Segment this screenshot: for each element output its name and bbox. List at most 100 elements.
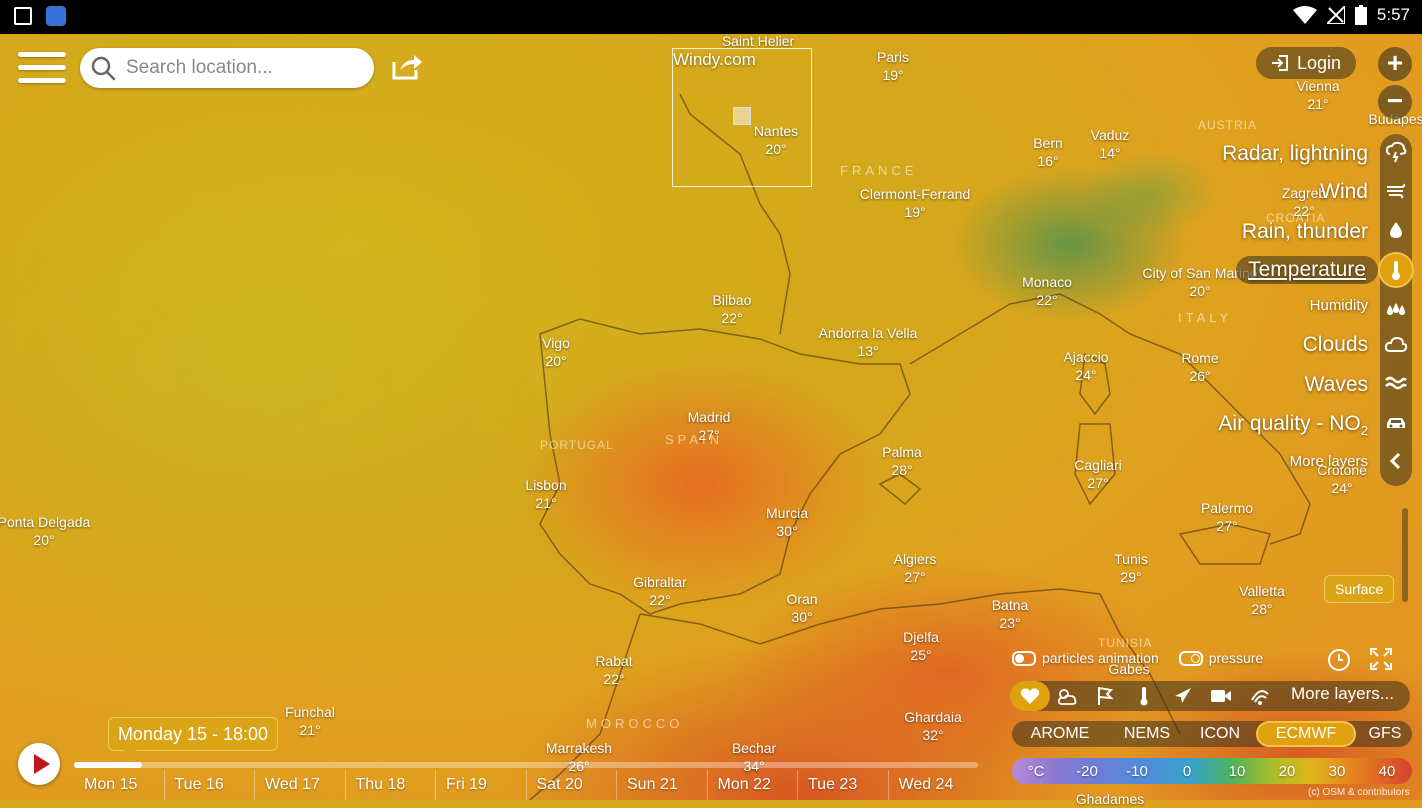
- layer-waves[interactable]: Waves: [1305, 373, 1368, 397]
- day-item[interactable]: Fri 19: [435, 770, 526, 800]
- clock-icon[interactable]: [1328, 649, 1350, 671]
- waves-icon[interactable]: [1380, 367, 1412, 399]
- day-item[interactable]: Wed 17: [254, 770, 345, 800]
- legend-value: -20: [1076, 763, 1098, 780]
- legend-value: -10: [1126, 763, 1148, 780]
- model-gfs[interactable]: GFS: [1362, 721, 1408, 747]
- model-arome[interactable]: AROME: [1020, 721, 1100, 747]
- model-ecmwf[interactable]: ECMWF: [1256, 721, 1356, 747]
- city-label[interactable]: Vienna 21°: [1296, 77, 1339, 113]
- day-item[interactable]: Mon 15: [74, 770, 164, 800]
- search-input[interactable]: [124, 56, 368, 80]
- city-label[interactable]: Gibraltar 22°: [633, 573, 687, 609]
- layer-wind[interactable]: Wind: [1320, 180, 1368, 204]
- city-label[interactable]: Vaduz 14°: [1091, 126, 1130, 162]
- layer-more[interactable]: More layers: [1290, 453, 1368, 470]
- model-nems[interactable]: NEMS: [1112, 721, 1182, 747]
- city-label[interactable]: Rabat 22°: [595, 652, 632, 688]
- pressure-toggle[interactable]: pressure: [1178, 650, 1263, 666]
- city-label[interactable]: Oran 30°: [786, 590, 817, 626]
- radar-icon[interactable]: [1380, 136, 1412, 168]
- city-label[interactable]: Cagliari 27°: [1074, 456, 1121, 492]
- city-label[interactable]: Funchal 21°: [285, 703, 335, 739]
- country-label: TUNISIA: [1098, 636, 1153, 650]
- city-label[interactable]: Vigo 20°: [542, 334, 570, 370]
- layer-rain[interactable]: Rain, thunder: [1242, 220, 1368, 244]
- wind-icon[interactable]: [1380, 174, 1412, 206]
- city-label[interactable]: Murcia 30°: [766, 504, 808, 540]
- country-label: AUSTRIA: [1198, 118, 1258, 132]
- fullscreen-icon[interactable]: [1370, 648, 1392, 670]
- surface-button[interactable]: Surface: [1324, 575, 1395, 603]
- city-label[interactable]: Ghadames: [1076, 790, 1144, 808]
- menu-button[interactable]: [18, 52, 66, 88]
- day-item[interactable]: Thu 18: [344, 770, 436, 800]
- city-label[interactable]: Ajaccio 24°: [1063, 348, 1108, 384]
- day-item[interactable]: Sun 21: [616, 770, 707, 800]
- thermometer-icon[interactable]: [1129, 681, 1159, 711]
- model-icon[interactable]: ICON: [1190, 721, 1250, 747]
- cloud-icon[interactable]: [1380, 329, 1412, 361]
- city-label[interactable]: Tunis 29°: [1114, 550, 1148, 586]
- day-item[interactable]: Sat 20: [525, 770, 617, 800]
- day-item[interactable]: Tue 16: [163, 770, 255, 800]
- play-button[interactable]: [18, 743, 60, 785]
- city-label[interactable]: Rome 26°: [1181, 349, 1218, 385]
- layer-temperature[interactable]: Temperature: [1236, 256, 1378, 284]
- city-label[interactable]: Andorra la Vella 13°: [819, 324, 918, 360]
- status-bar: 5:57: [0, 0, 1422, 34]
- layer-radar[interactable]: Radar, lightning: [1222, 142, 1368, 166]
- scrollbar[interactable]: [1402, 508, 1408, 602]
- day-list: Mon 15 Tue 16 Wed 17 Thu 18 Fri 19 Sat 2…: [74, 770, 978, 800]
- city-label[interactable]: Ghardaia 32°: [904, 708, 962, 744]
- day-item[interactable]: Wed 24: [887, 770, 979, 800]
- current-time-bubble: Monday 15 - 18:00: [108, 717, 278, 757]
- camera-icon[interactable]: [1206, 681, 1236, 711]
- city-label[interactable]: Palma 28°: [882, 443, 922, 479]
- heart-icon[interactable]: [1010, 681, 1050, 711]
- day-item[interactable]: Tue 23: [797, 770, 888, 800]
- city-label[interactable]: Algiers 27°: [894, 550, 937, 586]
- city-label[interactable]: Djelfa 25°: [903, 628, 939, 664]
- image-icon: [14, 7, 32, 25]
- city-label[interactable]: Valletta 28°: [1239, 582, 1285, 618]
- zoom-in-button[interactable]: +: [1378, 47, 1412, 81]
- day-item[interactable]: Mon 22: [706, 770, 798, 800]
- chevron-left-icon[interactable]: [1380, 445, 1412, 477]
- city-label[interactable]: Palermo 27°: [1201, 499, 1253, 535]
- more-layers-link[interactable]: More layers...: [1291, 684, 1394, 704]
- city-label[interactable]: Clermont-Ferrand 19°: [860, 185, 970, 221]
- share-icon[interactable]: [390, 52, 424, 82]
- country-label: PORTUGAL: [540, 438, 614, 452]
- rain-drop-icon[interactable]: [1380, 214, 1412, 246]
- layer-humidity[interactable]: Humidity: [1310, 297, 1368, 314]
- thermometer-icon[interactable]: [1380, 254, 1412, 286]
- city-label[interactable]: Monaco 22°: [1022, 273, 1072, 309]
- login-label: Login: [1296, 52, 1342, 73]
- zoom-out-button[interactable]: −: [1378, 85, 1412, 119]
- satellite-icon[interactable]: [1245, 681, 1275, 711]
- country-label: FRANCE: [840, 163, 918, 178]
- car-icon[interactable]: [1380, 407, 1412, 439]
- timeline-slider[interactable]: [74, 762, 978, 768]
- layer-air-quality[interactable]: Air quality - NO2: [1218, 412, 1368, 438]
- menu-icon: [18, 52, 66, 57]
- city-label[interactable]: Lisbon 21°: [525, 476, 566, 512]
- city-label[interactable]: Ponta Delgada 20°: [0, 513, 90, 549]
- layer-clouds[interactable]: Clouds: [1303, 333, 1368, 357]
- sun-cloud-icon[interactable]: [1052, 681, 1082, 711]
- city-label[interactable]: Paris 19°: [877, 48, 909, 84]
- search-bar[interactable]: [80, 48, 374, 88]
- legend-value: 30: [1328, 763, 1346, 780]
- flag-icon[interactable]: [1090, 681, 1120, 711]
- city-label[interactable]: Batna 23°: [992, 596, 1029, 632]
- toggle-on-icon: [1012, 650, 1036, 666]
- temperature-legend[interactable]: [1012, 758, 1412, 784]
- login-button[interactable]: Login: [1256, 47, 1356, 79]
- city-label[interactable]: Bern 16°: [1033, 134, 1063, 170]
- airplane-icon[interactable]: [1168, 681, 1198, 711]
- minus-icon: −: [1386, 85, 1404, 116]
- particles-toggle[interactable]: particles animation: [1012, 650, 1159, 666]
- city-label[interactable]: Bilbao 22°: [713, 291, 752, 327]
- humidity-icon[interactable]: [1380, 292, 1412, 324]
